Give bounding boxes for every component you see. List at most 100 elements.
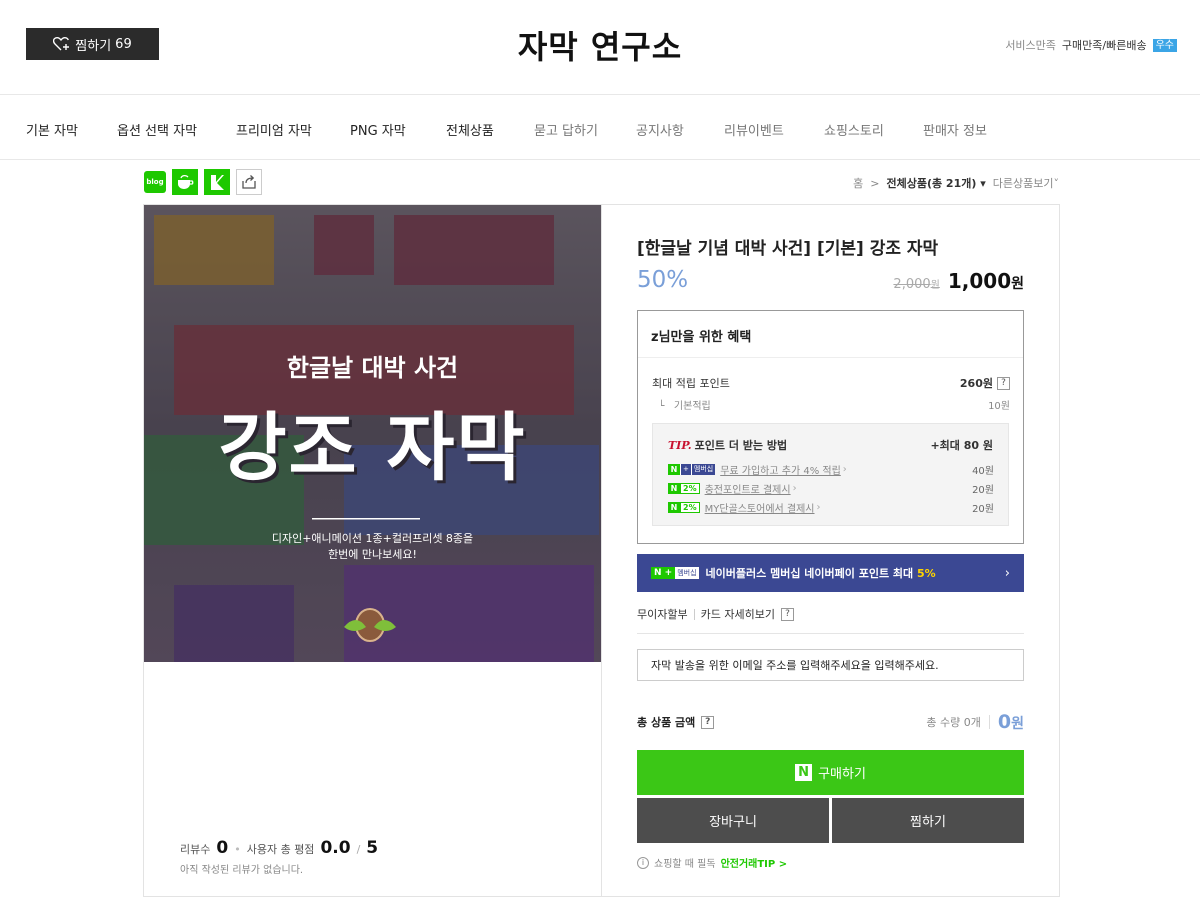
share-icon[interactable] <box>236 169 262 195</box>
bullet-dot: • <box>234 843 241 856</box>
info-icon: i <box>637 856 649 869</box>
chevron-right-icon: › <box>792 483 797 494</box>
buy-label: 구매하기 <box>818 767 866 782</box>
product-image[interactable]: 한글날 대박 사건 강조 자막 디자인+애니메이션 1종+컬러프리셋 8종을 한… <box>144 205 601 662</box>
buy-button[interactable]: N 구매하기 <box>637 750 1024 795</box>
basic-points-row: └ 기본적립 10원 <box>652 397 1010 412</box>
nav-item-all[interactable]: 전체상품 <box>446 120 494 139</box>
discount-rate: 50% <box>637 267 689 293</box>
rating-value: 0.0 <box>320 838 351 858</box>
category-nav: 기본 자막 옵션 선택 자막 프리미엄 자막 PNG 자막 전체상품 묻고 답하… <box>0 96 1200 160</box>
share-buttons: blog <box>144 169 262 195</box>
max-points-label: 최대 적립 포인트 <box>652 377 730 390</box>
divider <box>988 715 990 729</box>
gallery-desc-line1: 디자인+애니메이션 1종+컬러프리셋 8종을 <box>271 532 474 545</box>
total-amount: 0원 <box>997 711 1024 733</box>
naver-2pct-tag: N 2% <box>668 502 700 513</box>
nav-item-seller[interactable]: 판매자 정보 <box>923 120 987 139</box>
total-label: 총 상품 금액 <box>637 716 696 729</box>
wishlist-label: 찜하기 <box>75 38 112 54</box>
gallery-main-title: 강조 자막 <box>218 405 527 491</box>
nav-item-review-event[interactable]: 리뷰이벤트 <box>724 120 784 139</box>
help-icon[interactable]: ? <box>997 376 1010 390</box>
breadcrumb: 홈 > 전체상품(총 21개) ▾ 다른상품보기˅ <box>853 175 1059 191</box>
gallery-desc-line2: 한번에 만나보세요! <box>328 548 417 561</box>
band-share-icon[interactable] <box>204 169 230 195</box>
total-row: 총 상품 금액? 총 수량 0개 0원 <box>637 711 1024 733</box>
grade-badge: 우수 <box>1152 38 1177 52</box>
review-summary: 리뷰수 0 • 사용자 총 평점 0.0 / 5 <box>180 838 378 858</box>
cafe-share-icon[interactable] <box>172 169 198 195</box>
email-field[interactable] <box>637 649 1024 681</box>
tip-amount: 20원 <box>972 504 994 515</box>
cart-button[interactable]: 장바구니 <box>637 798 829 843</box>
review-empty-text: 아직 작성된 리뷰가 없습니다. <box>180 865 304 876</box>
tip-link-favorite[interactable]: MY단골스토어에서 결제시 <box>705 500 815 515</box>
chevron-right-icon: › <box>842 464 847 475</box>
review-count[interactable]: 0 <box>216 838 228 858</box>
caret-down-icon: ▾ <box>980 177 986 190</box>
tip-box: TIP. 포인트 더 받는 방법 +최대 80 원 N + 멤버십 무료 가입하고 추… <box>652 423 1009 526</box>
help-icon[interactable]: ? <box>701 715 715 729</box>
original-price: 2,000원 <box>893 277 940 292</box>
separator <box>637 633 1024 634</box>
price-block: 2,000원 1,000원 <box>893 269 1024 293</box>
rating-slash: / <box>356 843 361 856</box>
tip-max: +최대 80 원 <box>930 439 993 452</box>
store-header: 찜하기 69 자막 연구소 서비스만족 구매만족/빠른배송 우수 <box>0 0 1200 95</box>
naver-plus-tag: N + 멤버십 <box>668 464 716 475</box>
max-points-value: 260원 <box>959 377 993 390</box>
nav-item-premium[interactable]: 프리미엄 자막 <box>236 120 312 139</box>
rating-label: 사용자 총 평점 <box>246 843 315 856</box>
total-quantity: 총 수량 0개 <box>926 716 981 729</box>
breadcrumb-separator: > <box>870 176 880 190</box>
breadcrumb-current[interactable]: 전체상품(총 21개) ▾ <box>886 175 985 191</box>
tip-line-membership: N + 멤버십 무료 가입하고 추가 4% 적립 › 40원 <box>668 462 994 477</box>
store-name[interactable]: 자막 연구소 <box>518 28 682 66</box>
divider <box>693 608 695 620</box>
chevron-right-icon: › <box>1004 565 1010 581</box>
tip-link-membership[interactable]: 무료 가입하고 추가 4% 적립 <box>720 462 841 477</box>
rating-max: 5 <box>366 838 379 858</box>
card-detail-link[interactable]: 카드 자세히보기 <box>701 606 775 622</box>
nav-item-notice[interactable]: 공지사항 <box>636 120 684 139</box>
benefit-box: z님만을 위한 혜택 최대 적립 포인트 260원? └ 기본적립 10원 TI… <box>637 310 1024 544</box>
product-title: [한글날 기념 대박 사건] [기본] 강조 자막 <box>637 239 939 259</box>
membership-banner[interactable]: N + 멤버십 네이버플러스 멤버십 네이버페이 포인트 최대 5% › <box>637 554 1024 592</box>
nav-item-option[interactable]: 옵션 선택 자막 <box>117 120 197 139</box>
service-label: 서비스만족 <box>1005 39 1056 52</box>
breadcrumb-home[interactable]: 홈 <box>853 175 863 191</box>
installment-row: 무이자할부 카드 자세히보기 ? <box>637 606 794 622</box>
benefit-header: z님만을 위한 혜택 <box>638 311 1023 358</box>
panel-divider <box>601 205 602 896</box>
review-count-label: 리뷰수 <box>180 843 211 856</box>
max-points-row: 최대 적립 포인트 260원? <box>652 375 1010 391</box>
nav-item-story[interactable]: 쇼핑스토리 <box>824 120 884 139</box>
nav-item-png[interactable]: PNG 자막 <box>350 120 406 139</box>
blog-share-icon[interactable]: blog <box>144 171 166 193</box>
naver-2pct-tag: N 2% <box>668 483 700 494</box>
tip-link-charge[interactable]: 충전포인트로 결제시 <box>705 481 791 496</box>
nav-item-qna[interactable]: 묻고 답하기 <box>534 120 598 139</box>
other-products-link[interactable]: 다른상품보기˅ <box>993 175 1059 191</box>
help-icon[interactable]: ? <box>780 607 794 621</box>
naver-plus-tag: N + 멤버십 <box>651 567 699 579</box>
tip-label: TIP. <box>668 439 692 452</box>
naver-pay-icon: N <box>795 764 813 781</box>
installment-label: 무이자할부 <box>637 608 688 621</box>
tip-amount: 40원 <box>972 466 994 477</box>
store-wishlist-button[interactable]: 찜하기 69 <box>26 28 159 60</box>
tip-header: TIP. 포인트 더 받는 방법 <box>668 439 788 452</box>
safe-trade-notice: i 쇼핑할 때 필독 안전거래TIP > <box>637 855 787 870</box>
tip-line-charge: N 2% 충전포인트로 결제시 › 20원 <box>668 481 994 496</box>
sale-price: 1,000원 <box>947 269 1024 293</box>
caret-down-icon: ˅ <box>1053 177 1060 190</box>
tip-amount: 20원 <box>972 485 994 496</box>
basic-points-value: 10원 <box>988 401 1010 412</box>
wish-button[interactable]: 찜하기 <box>832 798 1024 843</box>
tip-line-favorite: N 2% MY단골스토어에서 결제시 › 20원 <box>668 500 994 515</box>
safe-trade-tip-link[interactable]: 안전거래TIP > <box>721 855 788 870</box>
store-grade-badges: 서비스만족 구매만족/빠른배송 우수 <box>1005 37 1177 53</box>
nav-item-basic[interactable]: 기본 자막 <box>26 120 78 139</box>
chevron-right-icon: › <box>816 502 821 513</box>
